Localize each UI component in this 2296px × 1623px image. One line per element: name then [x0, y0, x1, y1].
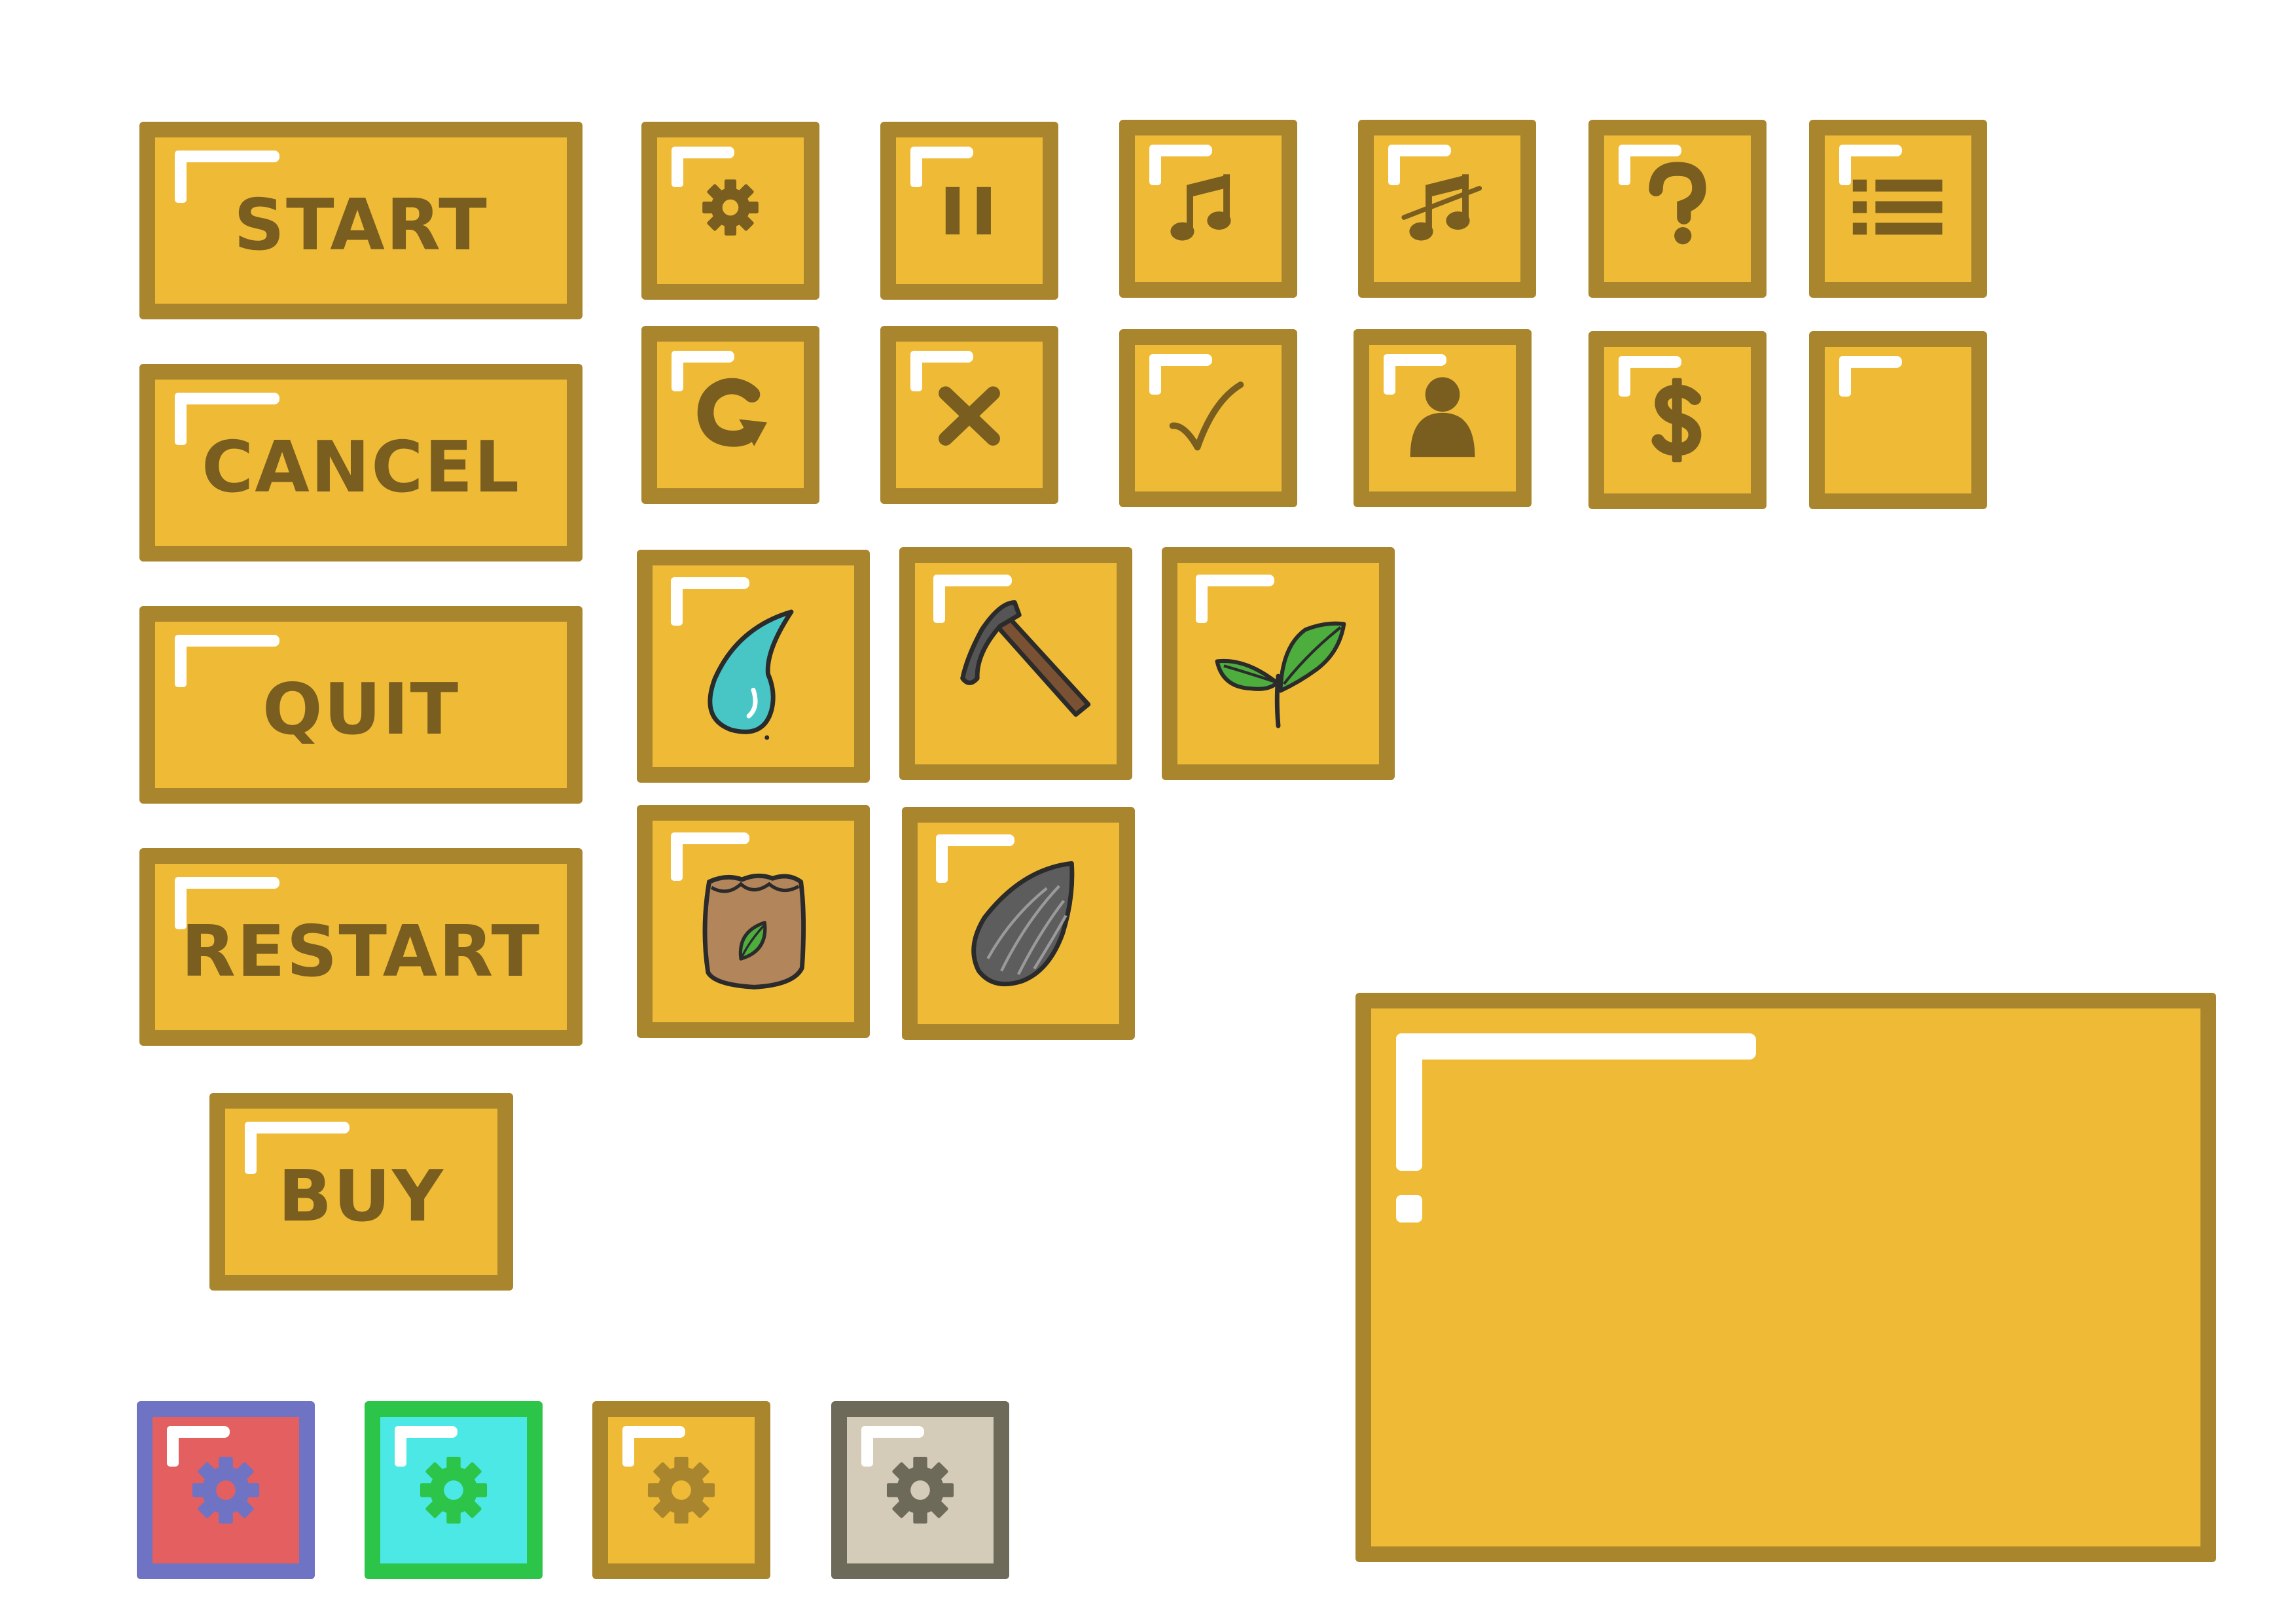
music-muted-icon [1401, 174, 1482, 241]
panel-highlight-dot [1396, 1195, 1422, 1222]
sprout-icon [1215, 621, 1346, 728]
settings-button-cyan[interactable] [365, 1401, 543, 1579]
pause-button[interactable] [880, 122, 1058, 300]
confirm-button[interactable] [1119, 329, 1297, 507]
dollar-icon [1651, 378, 1702, 463]
gear-icon-cyan [420, 1456, 488, 1524]
buy-button[interactable]: BUY [209, 1093, 513, 1291]
hoe-item-slot[interactable] [899, 547, 1132, 780]
ui-sprite-sheet: { "buttons": { "start": "START", "cancel… [0, 0, 2296, 1623]
gear-icon-gray [886, 1456, 954, 1524]
restart-button-label: RESTART [181, 910, 541, 993]
settings-button-gray[interactable] [831, 1401, 1009, 1579]
close-icon [939, 386, 1000, 446]
quit-button[interactable]: QUIT [139, 606, 583, 804]
music-button[interactable] [1119, 120, 1297, 298]
settings-button-red[interactable] [137, 1401, 315, 1579]
restart-icon-button[interactable] [641, 326, 819, 504]
check-icon [1169, 382, 1244, 451]
settings-button-yellow[interactable] [592, 1401, 770, 1579]
menu-list-icon [1852, 179, 1943, 235]
sprout-item-slot[interactable] [1162, 547, 1395, 780]
start-button[interactable]: START [139, 122, 583, 319]
close-button[interactable] [880, 326, 1058, 504]
seed-bag-item-slot[interactable] [637, 805, 870, 1038]
empty-slot-button[interactable] [1809, 331, 1987, 509]
help-button[interactable] [1588, 120, 1767, 298]
start-button-label: START [234, 184, 488, 266]
cancel-button-label: CANCEL [201, 426, 521, 508]
shop-money-button[interactable] [1588, 331, 1767, 509]
pause-icon [945, 187, 991, 235]
hoe-icon [960, 600, 1091, 717]
seed-bag-icon [702, 873, 806, 990]
buy-button-label: BUY [278, 1155, 445, 1238]
gear-icon-yellow [647, 1456, 715, 1524]
profile-button[interactable] [1354, 329, 1532, 507]
settings-button[interactable] [641, 122, 819, 300]
gear-icon-red [192, 1456, 260, 1524]
dialog-panel [1355, 993, 2216, 1562]
seed-icon [971, 861, 1075, 987]
menu-button[interactable] [1809, 120, 1987, 298]
water-drop-icon [708, 609, 794, 740]
help-icon [1649, 162, 1706, 245]
restart-button[interactable]: RESTART [139, 848, 583, 1046]
restart-arrow-icon [697, 378, 767, 447]
quit-button-label: QUIT [262, 668, 460, 751]
user-icon [1410, 377, 1475, 457]
music-icon [1170, 174, 1231, 241]
music-muted-button[interactable] [1358, 120, 1536, 298]
gear-icon [702, 179, 759, 236]
cancel-button[interactable]: CANCEL [139, 364, 583, 562]
water-item-slot[interactable] [637, 550, 870, 783]
seed-item-slot[interactable] [902, 807, 1135, 1040]
